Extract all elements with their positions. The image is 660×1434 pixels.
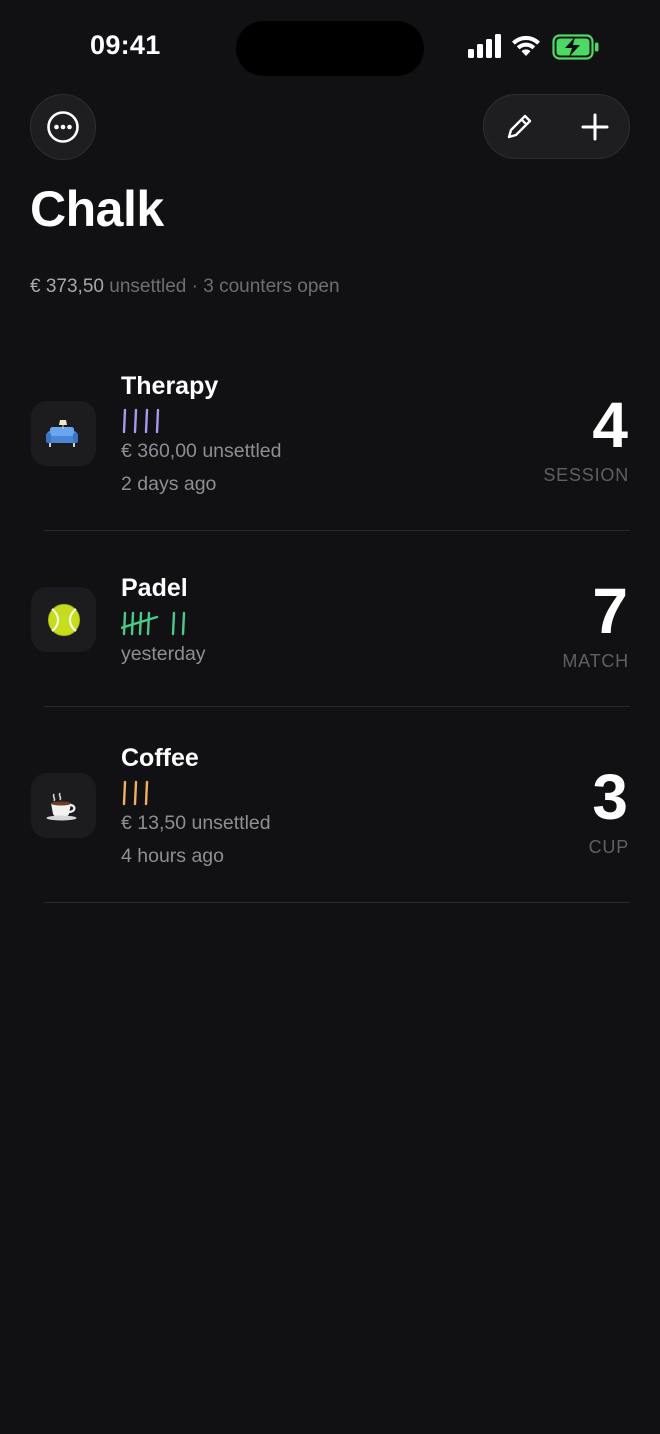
counter-icon-tile — [31, 773, 96, 838]
coffee-cup-icon — [46, 792, 76, 820]
tally-marks-icon — [121, 611, 186, 636]
summary-separator: · — [191, 276, 198, 297]
counter-unsettled: € 13,50 unsettled — [121, 812, 271, 834]
more-options-button[interactable] — [30, 94, 96, 160]
counter-unit: MATCH — [562, 651, 629, 671]
pencil-icon — [507, 114, 532, 138]
counter-icon-tile — [31, 587, 96, 652]
counter-value: 7 — [592, 575, 628, 647]
screen: 09:41 Chalk € 373,50 unsettled · 3 count… — [0, 0, 660, 1434]
ellipsis-circle-icon — [47, 111, 79, 143]
edit-button[interactable] — [484, 95, 554, 158]
counter-value: 3 — [592, 761, 628, 833]
counter-last-entry: 4 hours ago — [121, 845, 224, 867]
plus-icon — [581, 113, 609, 140]
battery-charging-icon — [552, 34, 599, 60]
counter-icon-tile — [31, 401, 96, 466]
status-time: 09:41 — [90, 30, 161, 60]
counter-unit: CUP — [588, 837, 629, 857]
couch-and-lamp-icon — [45, 419, 78, 447]
counter-name: Therapy — [121, 372, 219, 400]
toolbar-actions — [483, 94, 630, 159]
counter-name: Padel — [121, 574, 188, 602]
tally-marks-icon — [122, 408, 160, 434]
counter-last-entry: yesterday — [121, 643, 206, 665]
summary-open-count: 3 counters open — [203, 276, 340, 297]
tally-marks-icon — [122, 780, 149, 806]
counter-unsettled: € 360,00 unsettled — [121, 440, 282, 462]
wifi-icon — [512, 35, 540, 56]
page-title: Chalk — [30, 181, 164, 237]
tennis-ball-icon — [47, 603, 80, 636]
counter-row-coffee[interactable]: Coffee € 13,50 unsettled 4 hours ago 3 C… — [0, 707, 660, 902]
cellular-signal-icon — [468, 34, 501, 58]
counter-unit: SESSION — [543, 465, 629, 485]
summary-amount: € 373,50 — [30, 276, 104, 297]
summary-line: € 373,50 unsettled · 3 counters open — [30, 276, 340, 298]
dynamic-island — [236, 21, 424, 76]
counter-row-padel[interactable]: Padel yesterday 7 MATCH — [0, 531, 660, 706]
row-divider — [44, 902, 630, 903]
summary-unsettled-label: unsettled — [109, 276, 187, 297]
counter-row-therapy[interactable]: Therapy € 360,00 unsettled 2 days ago 4 … — [0, 340, 660, 530]
add-counter-button[interactable] — [560, 95, 630, 158]
counter-value: 4 — [592, 389, 628, 461]
counter-last-entry: 2 days ago — [121, 473, 217, 495]
counter-name: Coffee — [121, 744, 199, 772]
